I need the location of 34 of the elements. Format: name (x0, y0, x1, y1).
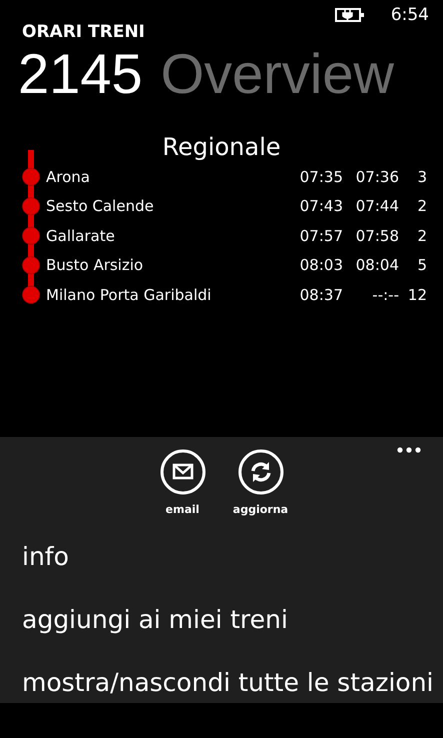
platform-number: 12 (406, 286, 427, 304)
departure-time: 08:04 (354, 256, 399, 274)
arrival-time: 07:43 (298, 197, 343, 216)
arrival-time: 07:57 (298, 226, 343, 245)
refresh-button[interactable]: aggiorna (236, 449, 286, 516)
station-name: Arona (45, 168, 91, 186)
more-icon[interactable] (397, 447, 421, 453)
email-button[interactable]: email (158, 449, 208, 516)
platform-number: 2 (416, 197, 427, 216)
battery-charging-icon (334, 7, 365, 23)
station-name: Gallarate (45, 226, 116, 245)
station-name: Busto Arsizio (45, 256, 144, 274)
departure-time: 07:36 (354, 168, 399, 186)
train-number: 2145 (18, 42, 143, 106)
platform-number: 3 (416, 168, 427, 186)
email-icon (160, 449, 206, 495)
arrival-time: 08:37 (298, 286, 343, 304)
menu-item[interactable]: aggiungi ai miei treni (22, 599, 443, 640)
arrival-time: 07:35 (298, 168, 343, 186)
departure-time: 07:58 (354, 226, 399, 245)
menu-item[interactable]: info (22, 536, 443, 577)
refresh-icon (238, 449, 284, 495)
departure-time: 07:44 (354, 197, 399, 216)
clock: 6:54 (390, 5, 429, 25)
arrival-time: 08:03 (298, 256, 343, 274)
platform-number: 2 (416, 226, 427, 245)
departure-time: --:-- (371, 286, 399, 304)
train-type: Regionale (161, 132, 282, 162)
app-title: ORARI TRENI (21, 22, 146, 42)
station-name: Milano Porta Garibaldi (45, 286, 212, 304)
menu-item[interactable]: mostra/nascondi tutte le stazioni (22, 662, 443, 703)
page-title: Overview (160, 42, 394, 106)
station-name: Sesto Calende (45, 197, 155, 216)
platform-number: 5 (416, 256, 427, 274)
